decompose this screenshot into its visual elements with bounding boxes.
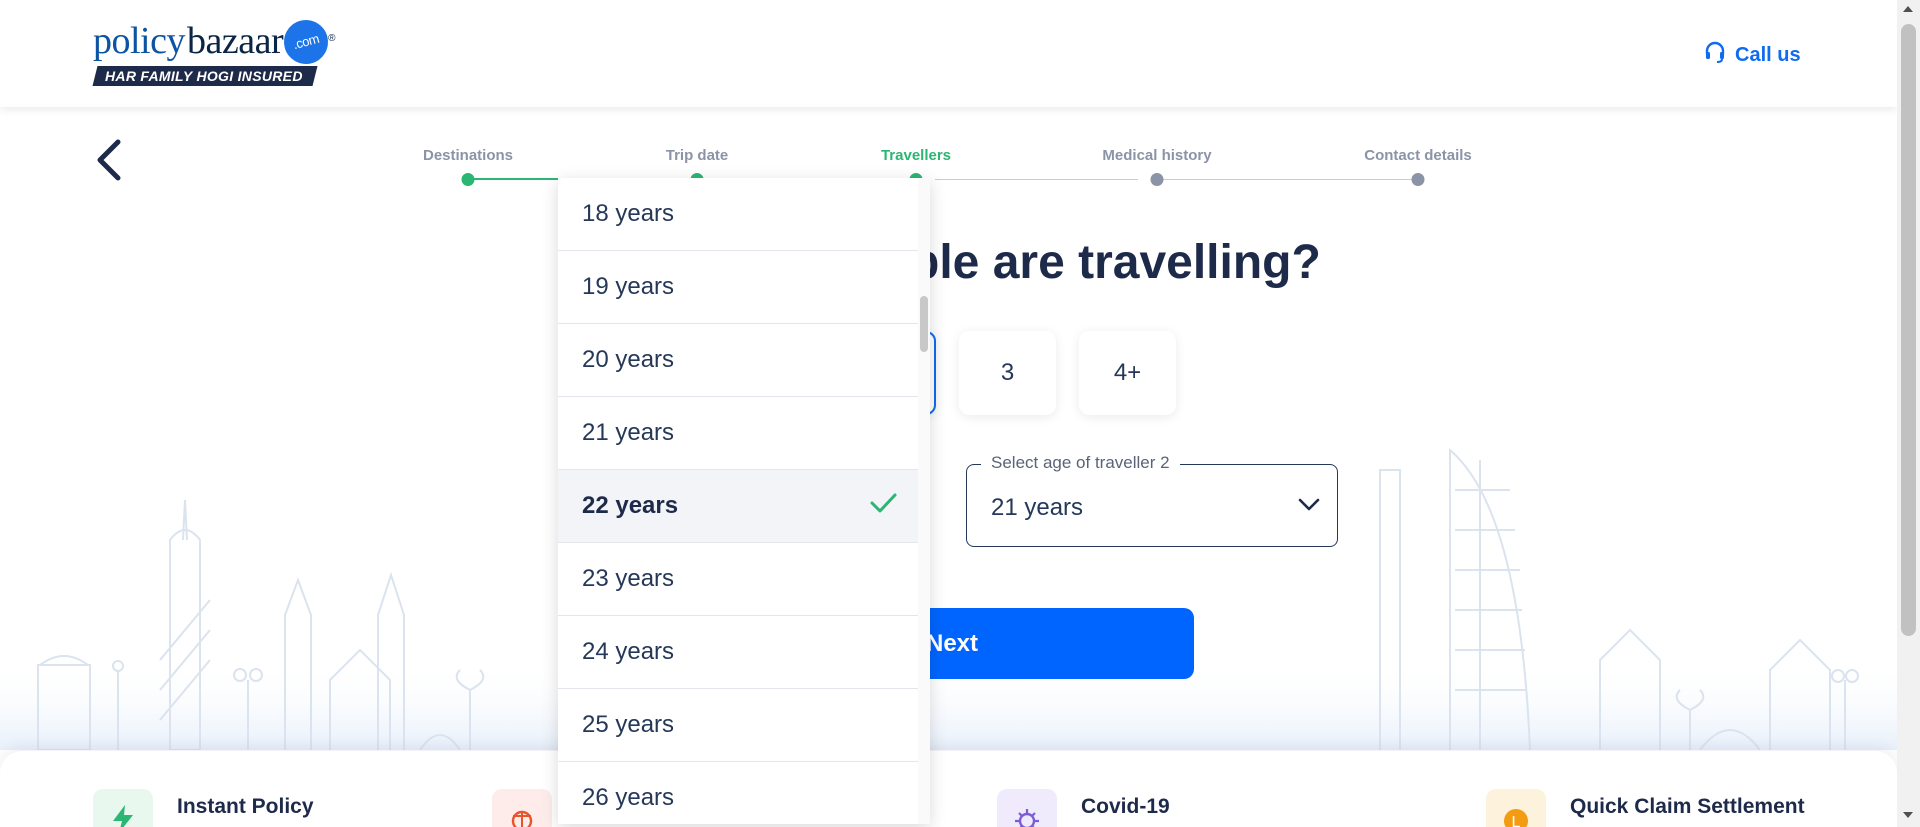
call-us-label: Call us <box>1735 43 1801 66</box>
feature-quick-claim: L Quick Claim Settlement <box>1486 789 1805 827</box>
feature-title: Covid-19 <box>1081 795 1170 818</box>
header: policy bazaar .com ® HAR FAMILY HOGI INSU… <box>0 0 1897 107</box>
traveller-2-age-value: 21 years <box>991 494 1084 521</box>
age-option-label: 23 years <box>582 565 675 592</box>
logo-wordmark: policy bazaar .com ® <box>93 15 335 69</box>
age-option-selected[interactable]: 22 years <box>558 470 918 543</box>
age-option-label: 25 years <box>582 711 675 738</box>
headset-icon <box>1703 40 1727 70</box>
step-contact-details: Contact details <box>1364 147 1472 164</box>
traveller-count-4plus-button[interactable]: 4+ <box>1079 331 1176 415</box>
age-option-label: 18 years <box>582 200 675 227</box>
logo-registered-mark: ® <box>328 33 335 44</box>
age-option[interactable]: 20 years <box>558 324 918 397</box>
feature-title: Instant Policy <box>177 795 314 818</box>
traveller-count-3-button[interactable]: 3 <box>959 331 1056 415</box>
step-connector <box>935 179 1138 180</box>
step-dot-destinations <box>461 173 475 186</box>
age-option[interactable]: 24 years <box>558 616 918 689</box>
feature-instant-policy: Instant Policy <box>93 789 314 827</box>
traveller-2-age-select[interactable]: Select age of traveller 2 21 years <box>966 453 1338 547</box>
traveller-2-age-legend: Select age of traveller 2 <box>981 453 1180 473</box>
back-button[interactable] <box>90 138 130 182</box>
next-button-label: Next <box>926 630 979 657</box>
next-button[interactable]: Next <box>900 608 1194 679</box>
chevron-left-icon <box>97 139 121 181</box>
step-travellers: Travellers <box>880 147 952 164</box>
scroll-down-arrow-icon[interactable] <box>1903 812 1913 818</box>
age-option-label: 22 years <box>582 492 679 519</box>
globe-icon <box>492 789 552 827</box>
chevron-down-icon <box>1298 498 1320 511</box>
feature-title: Quick Claim Settlement <box>1570 795 1805 818</box>
age-option[interactable]: 26 years <box>558 762 918 824</box>
age-option-label: 26 years <box>582 784 675 811</box>
age-option[interactable]: 23 years <box>558 543 918 616</box>
scroll-up-arrow-icon[interactable] <box>1903 6 1913 12</box>
step-destinations[interactable]: Destinations <box>423 147 513 164</box>
dropdown-scrollbar[interactable] <box>918 178 930 824</box>
logo-dotcom-badge: .com <box>279 15 334 69</box>
logo-word-bold: bazaar <box>186 20 284 62</box>
step-connector <box>1162 179 1412 180</box>
step-medical-history: Medical history <box>1102 147 1212 164</box>
logo-tagline-text: HAR FAMILY HOGI INSURED <box>105 68 303 84</box>
age-option-label: 19 years <box>582 273 675 300</box>
virus-icon <box>997 789 1057 827</box>
feature-covid-19: Covid-19 <box>997 789 1170 827</box>
age-option[interactable]: 18 years <box>558 178 918 251</box>
features-strip: Instant Policy Covid-19 L Quick Claim Se… <box>0 751 1897 827</box>
traveller-1-age-dropdown-list[interactable]: 18 years 19 years 20 years 21 years 22 y… <box>558 178 930 824</box>
age-option[interactable]: 19 years <box>558 251 918 324</box>
svg-text:L: L <box>1512 814 1521 827</box>
step-trip-date[interactable]: Trip date <box>666 147 729 164</box>
dropdown-scrollbar-thumb[interactable] <box>920 296 928 352</box>
age-option-label: 24 years <box>582 638 675 665</box>
city-skyline-illustration <box>0 447 1897 750</box>
call-us-link[interactable]: Call us <box>1703 40 1801 70</box>
step-dot-medical-history <box>1150 173 1164 186</box>
age-option-label: 21 years <box>582 419 675 446</box>
travellers-question-heading: ple are travelling? <box>910 236 1321 289</box>
age-option-label: 20 years <box>582 346 675 373</box>
checkmark-icon <box>870 493 897 513</box>
coin-icon: L <box>1486 789 1546 827</box>
logo-word-light: policy <box>93 20 185 62</box>
lightning-icon <box>93 789 153 827</box>
page-scrollbar-thumb[interactable] <box>1901 24 1916 636</box>
step-dot-contact-details <box>1411 173 1425 186</box>
page-scrollbar[interactable] <box>1897 0 1920 827</box>
policybazaar-logo[interactable]: policy bazaar .com ® HAR FAMILY HOGI INSU… <box>92 15 335 86</box>
age-option[interactable]: 21 years <box>558 397 918 470</box>
logo-tagline: HAR FAMILY HOGI INSURED <box>92 66 318 86</box>
step-connector <box>467 178 567 180</box>
age-option[interactable]: 25 years <box>558 689 918 762</box>
